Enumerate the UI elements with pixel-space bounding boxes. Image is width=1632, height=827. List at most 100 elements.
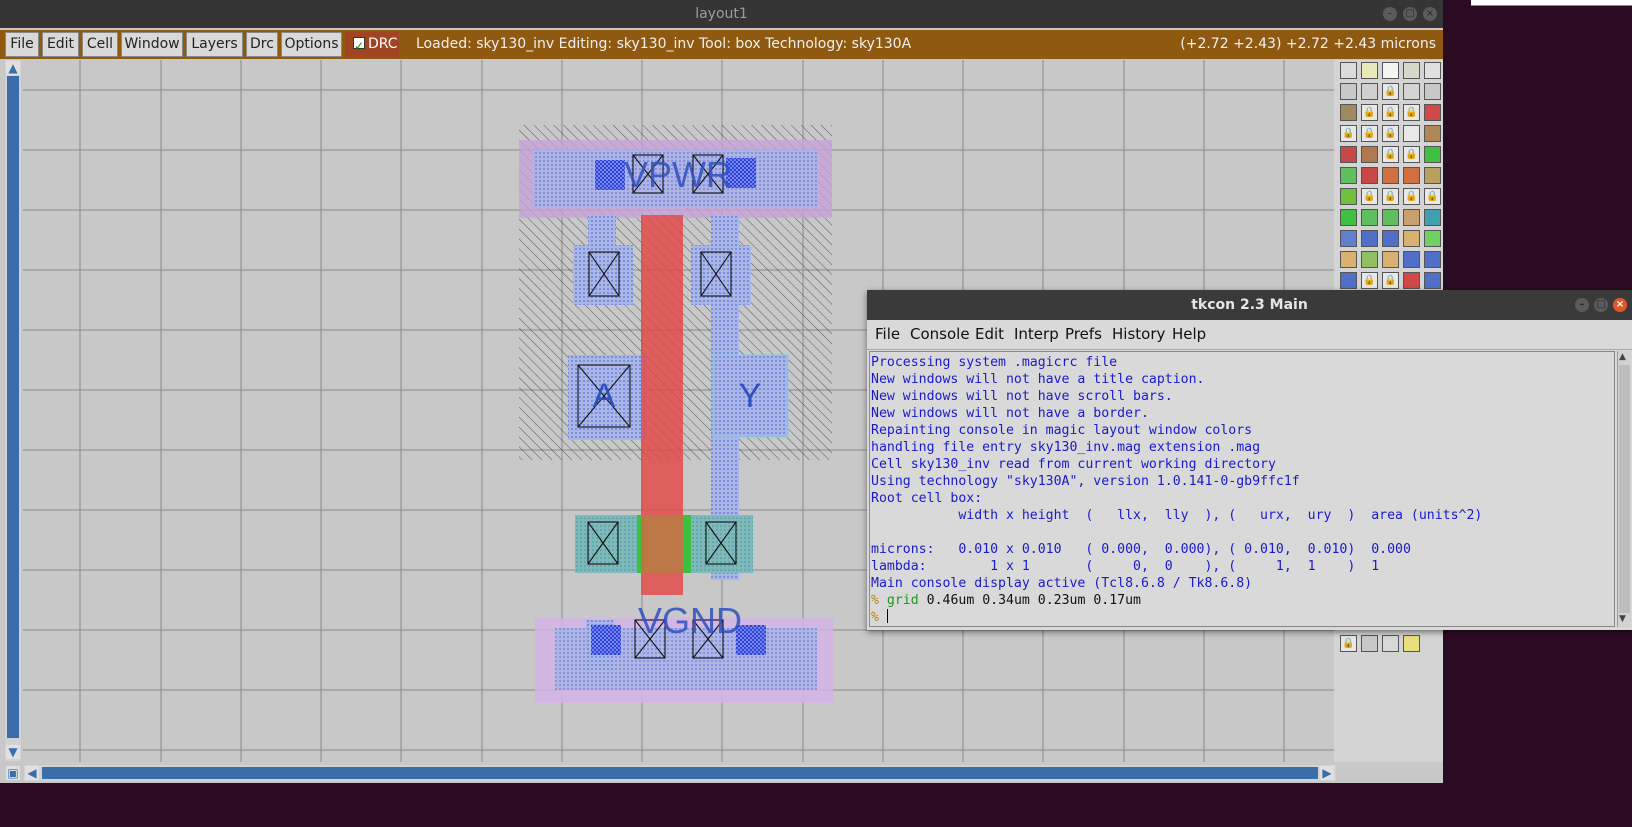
layer-swatch[interactable]	[1382, 167, 1399, 184]
tkcon-menu-interp[interactable]: Interp	[1014, 325, 1059, 343]
layer-lock-icon[interactable]: 🔒	[1403, 146, 1420, 163]
layer-swatch[interactable]	[1424, 230, 1441, 247]
scroll-right-icon[interactable]: ▶	[1320, 766, 1334, 780]
layer-swatch[interactable]	[1340, 272, 1357, 289]
layer-lock-icon[interactable]: 🔒	[1382, 83, 1399, 100]
layer-swatch[interactable]	[1361, 62, 1378, 79]
scroll-up-icon[interactable]: ▲	[6, 61, 20, 75]
layer-swatch[interactable]	[1361, 167, 1378, 184]
label-vpwr: VPWR	[624, 154, 732, 195]
tkcon-minimize-icon[interactable]: –	[1575, 298, 1589, 312]
layer-lock-icon[interactable]: 🔒	[1361, 125, 1378, 142]
close-icon[interactable]: ×	[1423, 7, 1437, 21]
layer-swatch[interactable]	[1340, 230, 1357, 247]
layer-swatch[interactable]	[1424, 167, 1441, 184]
layer-swatch[interactable]	[1403, 230, 1420, 247]
layer-swatch[interactable]	[1424, 125, 1441, 142]
console-line: Processing system .magicrc file	[871, 355, 1118, 370]
layer-swatch[interactable]	[1403, 167, 1420, 184]
layer-swatch[interactable]	[1382, 62, 1399, 79]
tkcon-menu-file[interactable]: File	[875, 325, 900, 343]
layer-swatch[interactable]	[1340, 188, 1357, 205]
layer-swatch[interactable]	[1340, 104, 1357, 121]
maximize-icon[interactable]: □	[1403, 7, 1417, 21]
tkcon-scroll-down-icon[interactable]: ▼	[1619, 614, 1626, 624]
layer-swatch[interactable]	[1361, 83, 1378, 100]
layer-swatch[interactable]	[1403, 209, 1420, 226]
layer-swatch[interactable]	[1340, 167, 1357, 184]
tkcon-menu-help[interactable]: Help	[1172, 325, 1206, 343]
layer-lock-icon[interactable]: 🔒	[1424, 188, 1441, 205]
layer-swatch[interactable]	[1340, 251, 1357, 268]
console-input-line[interactable]: %	[871, 609, 1614, 626]
layer-swatch[interactable]	[1340, 62, 1357, 79]
tkcon-console[interactable]: Processing system .magicrc file New windo…	[869, 351, 1615, 627]
layer-swatch[interactable]	[1424, 209, 1441, 226]
tkcon-scroll-thumb[interactable]	[1619, 365, 1630, 613]
menu-edit[interactable]: Edit	[42, 32, 79, 57]
layer-swatch[interactable]	[1403, 251, 1420, 268]
tkcon-maximize-icon[interactable]: □	[1594, 298, 1608, 312]
drc-checkbox-icon[interactable]	[353, 34, 365, 59]
tkcon-menu-edit[interactable]: Edit	[975, 325, 1004, 343]
layer-swatch[interactable]	[1382, 635, 1399, 652]
layer-swatch[interactable]	[1361, 251, 1378, 268]
console-line: New windows will not have a border.	[871, 406, 1149, 421]
drc-toggle[interactable]: DRC	[345, 32, 399, 59]
layer-swatch[interactable]	[1403, 635, 1420, 652]
zoom-box-icon[interactable]: ▣	[6, 766, 20, 780]
menu-window[interactable]: Window	[121, 32, 183, 57]
tkcon-menu-prefs[interactable]: Prefs	[1065, 325, 1102, 343]
layer-swatch[interactable]	[1403, 125, 1420, 142]
menu-file[interactable]: File	[5, 32, 39, 57]
layer-swatch[interactable]	[1424, 251, 1441, 268]
vertical-scrollbar[interactable]: ▲ ▼	[5, 60, 21, 761]
layer-lock-icon[interactable]: 🔒	[1361, 188, 1378, 205]
vertical-scroll-thumb[interactable]	[7, 76, 19, 738]
layer-swatch[interactable]	[1403, 62, 1420, 79]
layer-lock-icon[interactable]: 🔒	[1382, 188, 1399, 205]
layer-lock-icon[interactable]: 🔒	[1403, 104, 1420, 121]
scroll-left-icon[interactable]: ◀	[25, 766, 39, 780]
layer-swatch[interactable]	[1361, 230, 1378, 247]
layer-swatch[interactable]	[1424, 272, 1441, 289]
layer-swatch[interactable]	[1382, 209, 1399, 226]
tkcon-menu-console[interactable]: Console	[910, 325, 970, 343]
layer-lock-icon[interactable]: 🔒	[1340, 125, 1357, 142]
menu-options[interactable]: Options	[281, 32, 342, 57]
layer-swatch[interactable]	[1403, 83, 1420, 100]
layer-swatch[interactable]	[1403, 272, 1420, 289]
horizontal-scrollbar[interactable]: ◀ ▶	[24, 765, 1336, 781]
tkcon-scrollbar[interactable]: ▲ ▼	[1617, 351, 1631, 627]
layer-swatch[interactable]	[1340, 146, 1357, 163]
layer-swatch[interactable]	[1361, 146, 1378, 163]
label-y: Y	[739, 377, 762, 415]
scroll-down-icon[interactable]: ▼	[6, 745, 20, 759]
layer-lock-icon[interactable]: 🔒	[1361, 272, 1378, 289]
layer-lock-icon[interactable]: 🔒	[1382, 125, 1399, 142]
layer-swatch[interactable]	[1361, 209, 1378, 226]
tkcon-menu-history[interactable]: History	[1112, 325, 1165, 343]
layer-lock-icon[interactable]: 🔒	[1340, 635, 1357, 652]
layer-lock-icon[interactable]: 🔒	[1382, 146, 1399, 163]
layer-swatch[interactable]	[1424, 83, 1441, 100]
layer-swatch[interactable]	[1361, 635, 1378, 652]
layer-swatch[interactable]	[1382, 251, 1399, 268]
layer-lock-icon[interactable]: 🔒	[1382, 104, 1399, 121]
menu-drc[interactable]: Drc	[246, 32, 278, 57]
layer-swatch[interactable]	[1424, 146, 1441, 163]
menu-layers[interactable]: Layers	[186, 32, 243, 57]
layer-swatch[interactable]	[1424, 104, 1441, 121]
tkcon-scroll-up-icon[interactable]: ▲	[1619, 352, 1626, 362]
tkcon-close-icon[interactable]: ×	[1613, 298, 1627, 312]
layer-lock-icon[interactable]: 🔒	[1403, 188, 1420, 205]
layer-swatch[interactable]	[1340, 83, 1357, 100]
layer-swatch[interactable]	[1424, 62, 1441, 79]
layer-lock-icon[interactable]: 🔒	[1361, 104, 1378, 121]
horizontal-scroll-thumb[interactable]	[42, 767, 1318, 779]
layer-lock-icon[interactable]: 🔒	[1382, 272, 1399, 289]
layer-swatch[interactable]	[1340, 209, 1357, 226]
menu-cell[interactable]: Cell	[82, 32, 118, 57]
minimize-icon[interactable]: –	[1383, 7, 1397, 21]
layer-swatch[interactable]	[1382, 230, 1399, 247]
